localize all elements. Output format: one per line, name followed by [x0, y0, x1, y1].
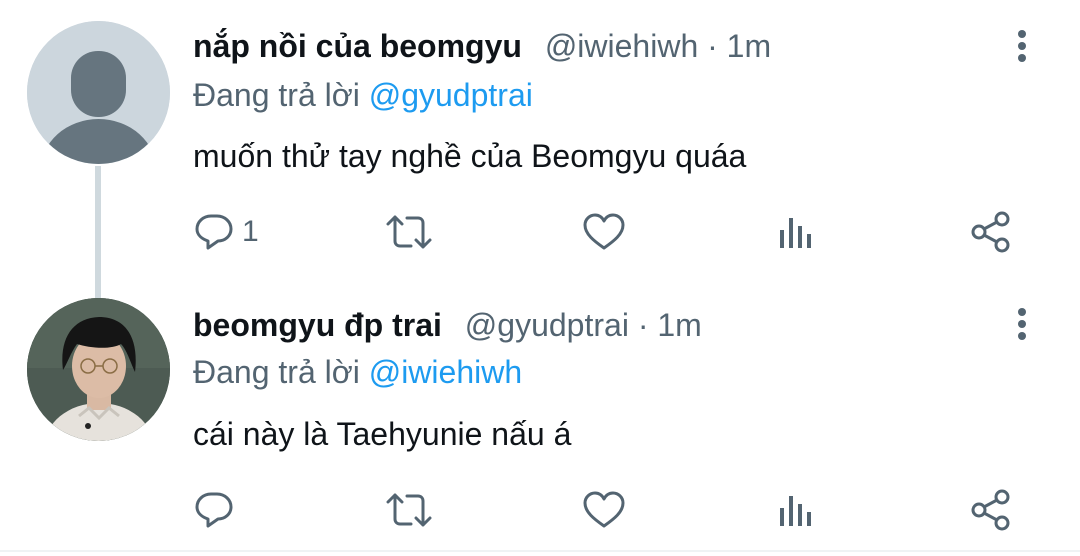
more-vertical-icon	[1018, 30, 1026, 62]
more-options-button[interactable]	[1005, 304, 1039, 344]
display-name[interactable]: beomgyu đp trai	[193, 307, 442, 343]
separator-dot: ·	[707, 28, 727, 64]
share-button[interactable]	[968, 486, 1014, 534]
tweet-actions: 1	[0, 208, 1080, 256]
heart-icon	[583, 213, 625, 250]
replying-prefix: Đang trả lời	[193, 77, 360, 113]
reply-button[interactable]	[192, 486, 242, 534]
tweet[interactable]: beomgyu đp trai @gyudptrai · 1m Đang trả…	[0, 290, 1080, 552]
timestamp[interactable]: 1m	[727, 28, 771, 64]
replying-to-line: Đang trả lời @iwiehiwh	[193, 352, 522, 392]
tweet[interactable]: nắp nồi của beomgyu @iwiehiwh · 1m Đang …	[0, 0, 1080, 290]
reply-thread: nắp nồi của beomgyu @iwiehiwh · 1m Đang …	[0, 0, 1080, 556]
retweet-button[interactable]	[384, 486, 434, 534]
bottom-divider	[0, 550, 1080, 552]
share-icon	[971, 489, 1010, 531]
share-icon	[971, 211, 1010, 253]
views-button[interactable]	[776, 486, 816, 534]
tweet-header: nắp nồi của beomgyu @iwiehiwh · 1m	[193, 26, 771, 66]
heart-icon	[583, 491, 625, 528]
tweet-header: beomgyu đp trai @gyudptrai · 1m	[193, 305, 702, 345]
user-handle[interactable]: @gyudptrai	[465, 307, 629, 343]
more-options-button[interactable]	[1005, 26, 1039, 66]
retweet-icon	[386, 493, 432, 527]
views-button[interactable]	[776, 208, 816, 256]
more-vertical-icon	[1018, 308, 1026, 340]
replying-to-line: Đang trả lời @gyudptrai	[193, 75, 533, 115]
views-icon	[780, 218, 811, 248]
reply-icon	[195, 492, 233, 528]
separator-dot: ·	[637, 307, 658, 343]
user-photo-avatar	[27, 298, 170, 441]
replying-prefix: Đang trả lời	[193, 354, 360, 390]
retweet-icon	[386, 215, 432, 249]
replying-to-mention[interactable]: @iwiehiwh	[369, 354, 522, 390]
avatar[interactable]	[27, 21, 170, 164]
replying-to-mention[interactable]: @gyudptrai	[369, 77, 533, 113]
default-avatar-icon	[27, 21, 170, 164]
user-handle[interactable]: @iwiehiwh	[545, 28, 698, 64]
views-icon	[780, 496, 811, 526]
share-button[interactable]	[968, 208, 1014, 256]
reply-count: 1	[242, 215, 259, 248]
like-button[interactable]	[581, 208, 627, 256]
reply-button[interactable]: 1	[192, 208, 259, 256]
retweet-button[interactable]	[384, 208, 434, 256]
tweet-actions	[0, 486, 1080, 534]
tweet-text: cái này là Taehyunie nấu á	[193, 416, 572, 452]
display-name[interactable]: nắp nồi của beomgyu	[193, 28, 522, 64]
tweet-text: muốn thử tay nghề của Beomgyu quáa	[193, 138, 747, 174]
timestamp[interactable]: 1m	[657, 307, 701, 343]
like-button[interactable]	[581, 486, 627, 534]
reply-icon	[195, 214, 233, 250]
avatar[interactable]	[27, 298, 170, 441]
